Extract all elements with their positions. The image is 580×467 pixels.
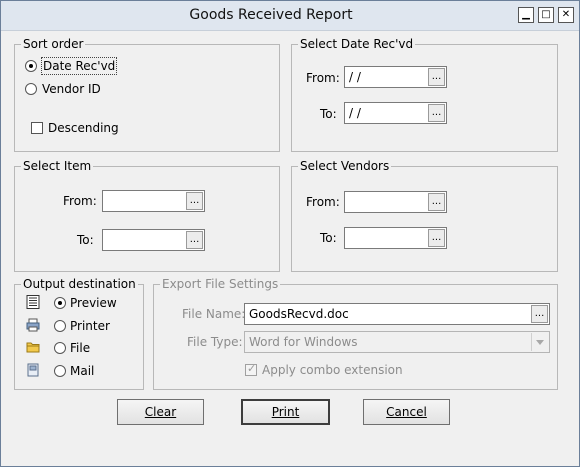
output-file-label[interactable]: File xyxy=(70,340,90,356)
output-printer-radio[interactable] xyxy=(54,320,66,332)
vendor-from-label: From: xyxy=(306,195,340,209)
apply-combo-label[interactable]: Apply combo extension xyxy=(262,362,403,378)
date-range-group: Select Date Rec'vd From: / / ... To: / /… xyxy=(291,37,558,152)
date-range-legend: Select Date Rec'vd xyxy=(298,37,416,51)
output-destination-group: Output destination Preview Printer File xyxy=(14,277,144,390)
folder-icon xyxy=(26,342,40,353)
date-from-field[interactable]: / / ... xyxy=(344,66,447,88)
vendor-to-field[interactable]: ... xyxy=(344,227,447,249)
output-destination-legend: Output destination xyxy=(21,277,138,291)
preview-icon xyxy=(26,295,40,309)
sort-order-legend: Sort order xyxy=(21,37,86,51)
item-to-label: To: xyxy=(77,233,94,247)
cancel-button-label: Cancel xyxy=(386,405,427,419)
printer-icon xyxy=(26,318,40,332)
minimize-icon: ▁ xyxy=(522,9,530,20)
sort-date-label[interactable]: Date Rec'vd xyxy=(40,57,118,75)
item-range-legend: Select Item xyxy=(21,159,94,173)
maximize-button[interactable]: □ xyxy=(538,7,554,23)
close-button[interactable]: ✕ xyxy=(558,7,574,23)
export-settings-group: Export File Settings File Name: GoodsRec… xyxy=(153,277,558,390)
clear-button[interactable]: Clear xyxy=(117,399,204,425)
item-to-browse-button[interactable]: ... xyxy=(186,231,203,249)
file-name-value: GoodsRecvd.doc xyxy=(249,307,349,321)
date-from-value: / / xyxy=(349,70,361,84)
file-type-label: File Type: xyxy=(187,335,243,349)
print-button-label: Print xyxy=(271,405,300,419)
title-bar: Goods Received Report ▁ □ ✕ xyxy=(1,1,579,31)
sort-date-radio[interactable] xyxy=(25,60,37,72)
date-to-browse-button[interactable]: ... xyxy=(428,104,445,122)
file-type-dropdown-button[interactable] xyxy=(531,333,548,351)
print-button[interactable]: Print xyxy=(241,399,330,425)
item-from-browse-button[interactable]: ... xyxy=(186,192,203,210)
output-mail-label[interactable]: Mail xyxy=(70,363,94,379)
item-from-field[interactable]: ... xyxy=(102,190,205,212)
date-to-label: To: xyxy=(320,107,337,121)
file-type-value: Word for Windows xyxy=(249,335,358,349)
file-name-label: File Name: xyxy=(182,307,246,321)
clear-button-label: Clear xyxy=(144,405,177,419)
file-name-field[interactable]: GoodsRecvd.doc ... xyxy=(244,303,550,325)
output-file-radio[interactable] xyxy=(54,342,66,354)
date-from-browse-button[interactable]: ... xyxy=(428,68,445,86)
descending-label[interactable]: Descending xyxy=(48,120,119,136)
date-to-field[interactable]: / / ... xyxy=(344,102,447,124)
export-settings-legend: Export File Settings xyxy=(160,277,281,291)
sort-vendor-radio[interactable] xyxy=(25,83,37,95)
minimize-button[interactable]: ▁ xyxy=(518,7,534,23)
apply-combo-checkbox[interactable]: ✓ xyxy=(245,362,257,376)
descending-checkbox[interactable] xyxy=(31,122,43,134)
close-icon: ✕ xyxy=(561,9,571,20)
maximize-icon: □ xyxy=(541,9,551,20)
sort-vendor-label[interactable]: Vendor ID xyxy=(42,81,101,97)
item-range-group: Select Item From: ... To: ... xyxy=(14,159,280,272)
cancel-button[interactable]: Cancel xyxy=(363,399,450,425)
output-mail-radio[interactable] xyxy=(54,365,66,377)
window-title: Goods Received Report xyxy=(189,7,353,23)
vendor-to-browse-button[interactable]: ... xyxy=(428,229,445,247)
output-preview-label[interactable]: Preview xyxy=(70,295,117,311)
output-printer-label[interactable]: Printer xyxy=(70,318,110,334)
vendor-range-legend: Select Vendors xyxy=(298,159,392,173)
date-to-value: / / xyxy=(349,106,361,120)
item-from-label: From: xyxy=(63,194,97,208)
mail-icon xyxy=(27,363,39,377)
date-from-label: From: xyxy=(306,71,340,85)
vendor-to-label: To: xyxy=(320,231,337,245)
file-name-browse-button[interactable]: ... xyxy=(531,305,548,323)
report-window: Goods Received Report ▁ □ ✕ Sort order D… xyxy=(0,0,580,467)
item-to-field[interactable]: ... xyxy=(102,229,205,251)
vendor-from-browse-button[interactable]: ... xyxy=(428,193,445,211)
file-type-select[interactable]: Word for Windows xyxy=(244,331,550,353)
output-preview-radio[interactable] xyxy=(54,297,66,309)
chevron-down-icon xyxy=(536,339,544,345)
vendor-from-field[interactable]: ... xyxy=(344,191,447,213)
checkmark-icon: ✓ xyxy=(247,362,257,375)
vendor-range-group: Select Vendors From: ... To: ... xyxy=(291,159,558,272)
sort-order-group: Sort order Date Rec'vd Vendor ID Descend… xyxy=(14,37,280,152)
